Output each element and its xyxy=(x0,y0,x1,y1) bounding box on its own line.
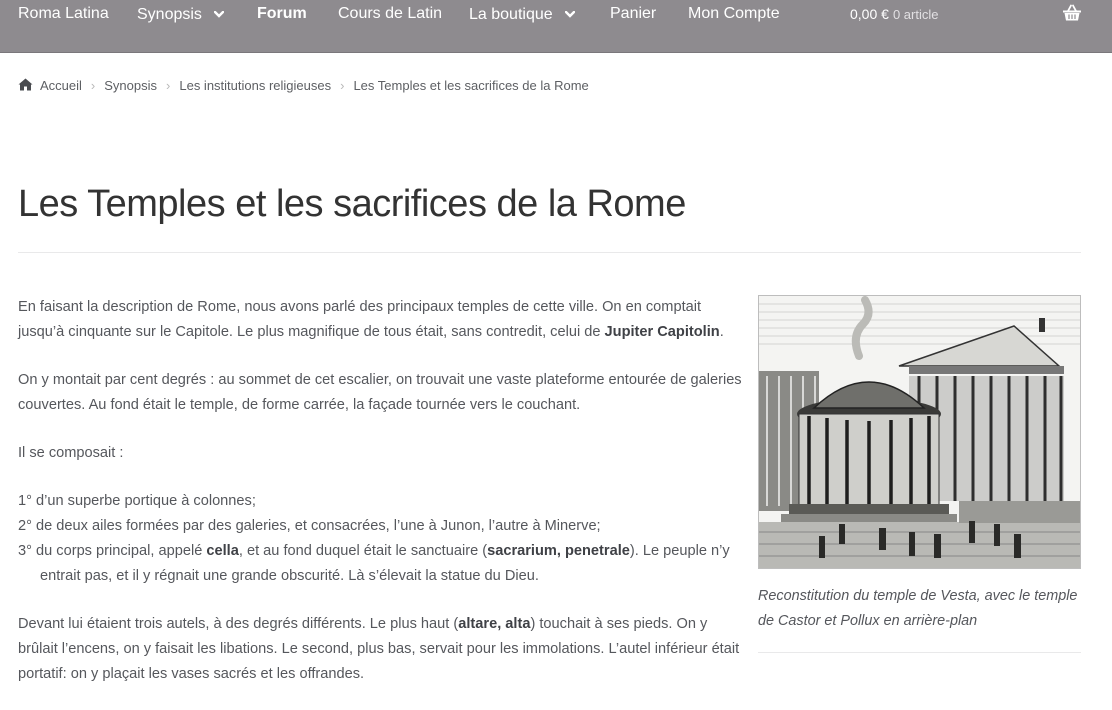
temple-engraving-image[interactable] xyxy=(758,295,1081,569)
nav-forum[interactable]: Forum xyxy=(257,5,307,23)
paragraph-4: Devant lui étaient trois autels, à des d… xyxy=(18,612,748,687)
list-item: 1° d’un superbe portique à colonnes; xyxy=(18,493,256,509)
paragraph-3: Il se composait : xyxy=(18,445,124,461)
list-item: 2° de deux ailes formées par des galerie… xyxy=(18,518,601,534)
nav-cours-de-latin[interactable]: Cours de Latin xyxy=(338,5,442,23)
paragraph-1: En faisant la description de Rome, nous … xyxy=(18,295,748,345)
breadcrumb-separator: › xyxy=(166,78,171,93)
figure-divider xyxy=(758,652,1081,653)
temple-figure: Reconstitution du temple de Vesta, avec … xyxy=(758,295,1081,634)
chevron-down-icon[interactable] xyxy=(213,5,225,23)
paragraph-1-text: En faisant la description de Rome, nous … xyxy=(18,299,702,340)
nav-synopsis-label: Synopsis xyxy=(137,6,202,23)
home-icon[interactable] xyxy=(18,78,33,91)
title-divider xyxy=(18,252,1081,253)
list-item-3-text-a: 3° du corps principal, appelé xyxy=(18,543,207,559)
list-item-3-bold-cella: cella xyxy=(206,543,239,559)
breadcrumb-institutions-religieuses[interactable]: Les institutions religieuses xyxy=(179,78,331,93)
article-content: En faisant la description de Rome, nous … xyxy=(18,295,748,710)
nav-la-boutique[interactable]: La boutique xyxy=(469,5,575,24)
nav-mon-compte[interactable]: Mon Compte xyxy=(688,5,780,23)
cart-summary[interactable]: 0,00 €0 article xyxy=(850,5,938,24)
breadcrumb: Accueil › Synopsis › Les institutions religi… xyxy=(18,77,589,95)
paragraph-2: On y montait par cent degrés : au sommet… xyxy=(18,372,742,413)
nav-roma-latina[interactable]: Roma Latina xyxy=(18,5,109,23)
list-item: 3° du corps principal, appelé cella, et … xyxy=(18,539,748,589)
nav-la-boutique-label: La boutique xyxy=(469,6,553,23)
breadcrumb-current-page: Les Temples et les sacrifices de la Rome xyxy=(353,78,589,93)
basket-icon[interactable] xyxy=(1062,4,1082,22)
breadcrumb-accueil[interactable]: Accueil xyxy=(40,78,82,93)
list-item-3-bold-sacrarium: sacrarium, penetrale xyxy=(487,543,630,559)
paragraph-1-bold: Jupiter Capitolin xyxy=(604,324,720,340)
cart-total: 0,00 € xyxy=(850,6,889,22)
nav-panier[interactable]: Panier xyxy=(610,5,656,23)
list-item-3-text-b: , et au fond duquel était le sanctuaire … xyxy=(238,543,488,559)
top-navigation-bar: Roma Latina Synopsis Forum Cours de Lati… xyxy=(0,0,1112,53)
paragraph-1-end: . xyxy=(719,324,724,340)
breadcrumb-separator: › xyxy=(340,78,345,93)
cart-count: 0 article xyxy=(892,7,939,22)
figure-caption: Reconstitution du temple de Vesta, avec … xyxy=(758,588,1078,629)
chevron-down-icon[interactable] xyxy=(564,5,575,23)
breadcrumb-synopsis[interactable]: Synopsis xyxy=(104,78,157,93)
paragraph-4-text-a: Devant lui étaient trois autels, à des d… xyxy=(18,616,459,632)
composition-list: 1° d’un superbe portique à colonnes; 2° … xyxy=(18,489,748,589)
nav-synopsis[interactable]: Synopsis xyxy=(137,5,225,24)
breadcrumb-separator: › xyxy=(90,78,96,93)
page-title: Les Temples et les sacrifices de la Rome xyxy=(18,183,686,225)
paragraph-4-bold: altare, alta xyxy=(458,616,531,632)
